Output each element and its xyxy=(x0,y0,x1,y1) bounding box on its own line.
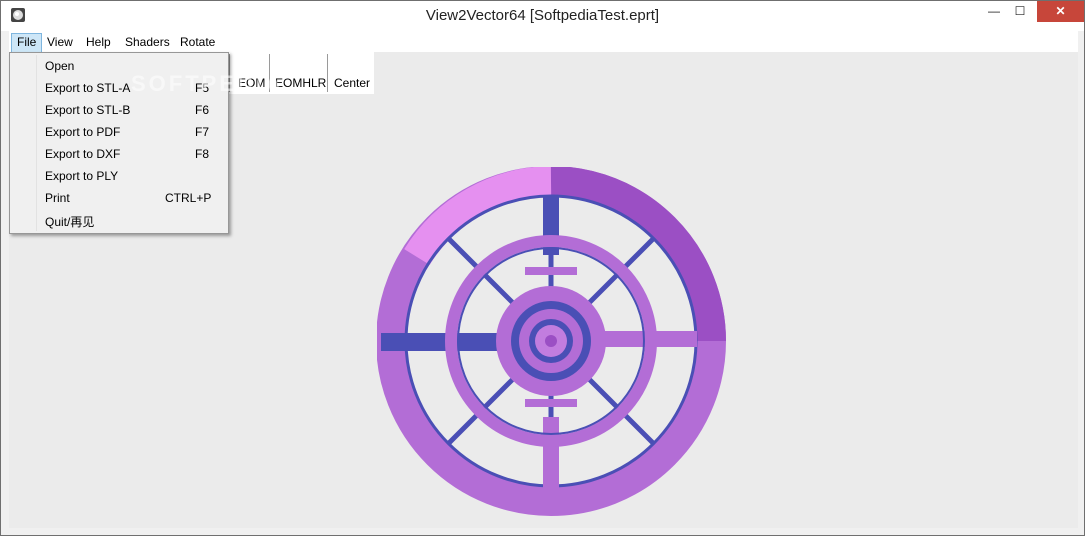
menu-item-shortcut: F6 xyxy=(195,103,210,117)
menu-file[interactable]: File xyxy=(11,33,43,53)
close-button[interactable]: ✕ xyxy=(1037,1,1084,22)
menu-rotate[interactable]: Rotate xyxy=(175,34,220,52)
menu-item-shortcut: F8 xyxy=(195,147,210,161)
app-window: View2Vector64 [SoftpediaTest.eprt] — ☐ ✕… xyxy=(0,0,1085,536)
watermark: SOFTPEDIA xyxy=(131,71,284,96)
hub-center xyxy=(545,335,557,347)
menu-item-label: Export to PLY xyxy=(45,169,119,183)
bottom-spoke-block xyxy=(543,417,559,512)
menu-view[interactable]: View xyxy=(42,34,78,52)
menu-item-export-ply[interactable]: Export to PLY xyxy=(11,165,227,187)
hub-upper-tab xyxy=(525,267,577,275)
model-render[interactable] xyxy=(377,167,727,517)
menu-item-label: Print xyxy=(45,191,70,205)
menu-item-label: Open xyxy=(45,59,75,73)
menu-item-print[interactable]: Print CTRL+P xyxy=(11,187,227,209)
menu-item-label: Export to DXF xyxy=(45,147,121,161)
menu-item-quit[interactable]: Quit/再见 xyxy=(11,209,227,231)
toolbar-separator xyxy=(327,54,328,92)
menu-help[interactable]: Help xyxy=(81,34,116,52)
left-spoke-block xyxy=(381,333,501,351)
menu-item-label: Export to STL-A xyxy=(45,81,131,95)
menu-item-shortcut: CTRL+P xyxy=(165,191,212,205)
menu-item-export-stl-b[interactable]: Export to STL-B F6 xyxy=(11,99,227,121)
menu-item-export-dxf[interactable]: Export to DXF F8 xyxy=(11,143,227,165)
menu-item-export-pdf[interactable]: Export to PDF F7 xyxy=(11,121,227,143)
menu-item-label: Export to PDF xyxy=(45,125,121,139)
menu-shaders[interactable]: Shaders xyxy=(120,34,175,52)
window-title: View2Vector64 [SoftpediaTest.eprt] xyxy=(425,7,660,24)
menu-bar: File View Help Shaders Rotate xyxy=(9,31,1078,53)
title-bar[interactable]: View2Vector64 [SoftpediaTest.eprt] — ☐ ✕ xyxy=(1,1,1084,31)
hub-lower-tab xyxy=(525,399,577,407)
menu-item-label: Quit/再见 xyxy=(45,215,95,229)
menu-item-shortcut: F7 xyxy=(195,125,210,139)
menu-item-label: Export to STL-B xyxy=(45,103,131,117)
maximize-button[interactable]: ☐ xyxy=(1005,1,1035,22)
center-button[interactable]: Center xyxy=(334,76,370,90)
